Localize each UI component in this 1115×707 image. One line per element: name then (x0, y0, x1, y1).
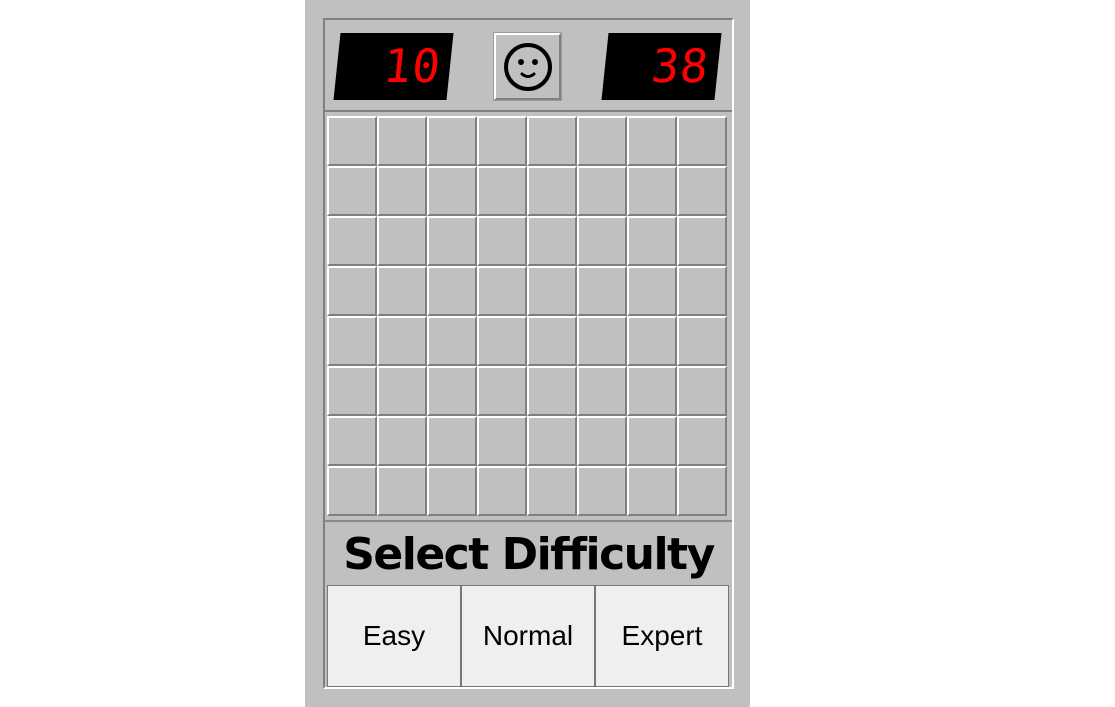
grid-cell[interactable] (677, 466, 727, 516)
grid-cell[interactable] (527, 466, 577, 516)
grid-cell[interactable] (677, 316, 727, 366)
grid-cell[interactable] (677, 266, 727, 316)
grid-cell[interactable] (427, 216, 477, 266)
grid-cell[interactable] (627, 216, 677, 266)
grid-cell[interactable] (427, 416, 477, 466)
grid-cell[interactable] (677, 416, 727, 466)
game-header: 10 38 (325, 20, 732, 112)
grid-cell[interactable] (577, 466, 627, 516)
grid-cell[interactable] (327, 116, 377, 166)
grid-cell[interactable] (477, 366, 527, 416)
expert-button[interactable]: Expert (595, 585, 729, 687)
grid-cell[interactable] (377, 466, 427, 516)
grid-cell[interactable] (427, 166, 477, 216)
reset-face-button[interactable] (494, 33, 561, 100)
grid-cell[interactable] (677, 216, 727, 266)
minesweeper-game: 10 38 Select Difficulty Easy Normal Expe… (305, 0, 750, 707)
grid-cell[interactable] (677, 366, 727, 416)
mine-grid (327, 116, 729, 518)
grid-cell[interactable] (327, 466, 377, 516)
game-frame: 10 38 Select Difficulty Easy Normal Expe… (323, 18, 734, 689)
grid-cell[interactable] (327, 416, 377, 466)
grid-cell[interactable] (577, 216, 627, 266)
grid-cell[interactable] (427, 366, 477, 416)
normal-button[interactable]: Normal (461, 585, 595, 687)
grid-cell[interactable] (477, 116, 527, 166)
grid-cell[interactable] (377, 216, 427, 266)
grid-cell[interactable] (377, 416, 427, 466)
grid-cell[interactable] (527, 316, 577, 366)
grid-cell[interactable] (627, 266, 677, 316)
grid-cell[interactable] (327, 216, 377, 266)
grid-cell[interactable] (577, 366, 627, 416)
grid-cell[interactable] (427, 266, 477, 316)
difficulty-panel: Select Difficulty Easy Normal Expert (325, 520, 732, 687)
grid-cell[interactable] (527, 216, 577, 266)
grid-cell[interactable] (377, 316, 427, 366)
grid-cell[interactable] (527, 116, 577, 166)
grid-cell[interactable] (627, 316, 677, 366)
grid-cell[interactable] (577, 416, 627, 466)
difficulty-title: Select Difficulty (343, 529, 715, 580)
grid-cell[interactable] (627, 166, 677, 216)
grid-cell[interactable] (327, 166, 377, 216)
grid-cell[interactable] (427, 466, 477, 516)
grid-cell[interactable] (527, 266, 577, 316)
grid-cell[interactable] (477, 266, 527, 316)
grid-cell[interactable] (477, 166, 527, 216)
easy-button[interactable]: Easy (327, 585, 461, 687)
smiley-face-icon (503, 42, 552, 91)
grid-cell[interactable] (327, 316, 377, 366)
grid-cell[interactable] (477, 216, 527, 266)
grid-cell[interactable] (577, 116, 627, 166)
grid-cell[interactable] (427, 116, 477, 166)
grid-cell[interactable] (377, 366, 427, 416)
grid-cell[interactable] (527, 366, 577, 416)
grid-cell[interactable] (327, 366, 377, 416)
grid-cell[interactable] (477, 316, 527, 366)
mine-counter: 10 (333, 33, 454, 100)
grid-cell[interactable] (377, 116, 427, 166)
grid-cell[interactable] (577, 266, 627, 316)
grid-cell[interactable] (627, 116, 677, 166)
grid-cell[interactable] (627, 366, 677, 416)
grid-cell[interactable] (427, 316, 477, 366)
grid-cell[interactable] (377, 166, 427, 216)
grid-cell[interactable] (677, 116, 727, 166)
grid-cell[interactable] (527, 416, 577, 466)
grid-cell[interactable] (477, 416, 527, 466)
grid-cell[interactable] (577, 166, 627, 216)
grid-cell[interactable] (527, 166, 577, 216)
grid-cell[interactable] (677, 166, 727, 216)
grid-cell[interactable] (577, 316, 627, 366)
grid-cell[interactable] (477, 466, 527, 516)
grid-cell[interactable] (327, 266, 377, 316)
grid-cell[interactable] (627, 416, 677, 466)
difficulty-buttons: Easy Normal Expert (327, 585, 729, 687)
grid-cell[interactable] (627, 466, 677, 516)
grid-cell[interactable] (377, 266, 427, 316)
timer-display: 38 (601, 33, 722, 100)
